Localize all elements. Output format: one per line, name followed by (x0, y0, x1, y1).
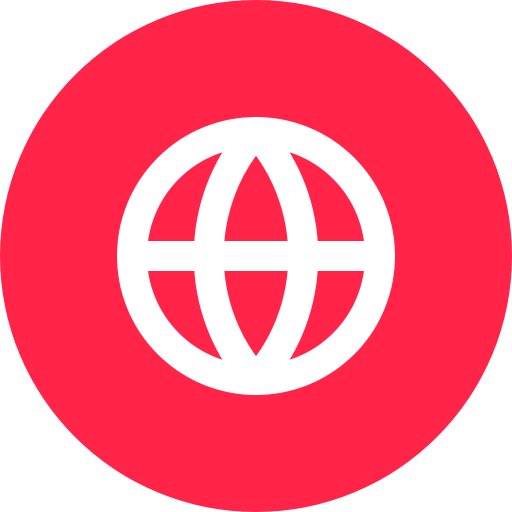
globe-icon (0, 0, 512, 512)
app-icon[interactable] (0, 0, 512, 512)
